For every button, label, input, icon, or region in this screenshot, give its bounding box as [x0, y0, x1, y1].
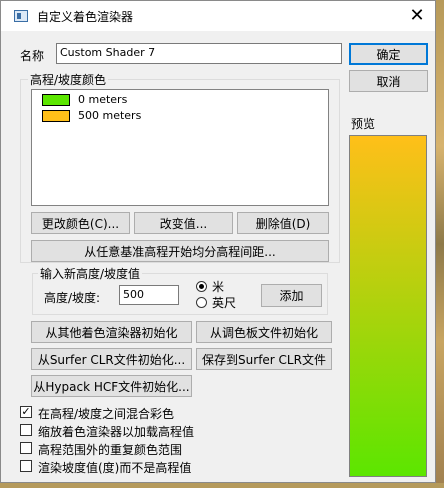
name-input[interactable]: Custom Shader 7 — [56, 43, 342, 64]
equal-spacing-button[interactable]: 从任意基准高程开始均分高程间距... — [31, 240, 329, 262]
unit-meter-label: 米 — [212, 280, 225, 294]
change-color-button[interactable]: 更改颜色(C)... — [31, 212, 130, 234]
unit-meter-radio[interactable] — [196, 281, 207, 292]
change-value-button[interactable]: 改变值... — [134, 212, 233, 234]
height-label: 高度/坡度: — [44, 291, 101, 305]
scale-shader-label: 缩放着色渲染器以加载高程值 — [38, 425, 195, 439]
window-title: 自定义着色渲染器 — [37, 10, 134, 24]
elevation-colors-group-title: 高程/坡度颜色 — [28, 71, 109, 88]
init-from-other-shader-button[interactable]: 从其他着色渲染器初始化 — [31, 321, 192, 343]
add-button[interactable]: 添加 — [261, 284, 322, 307]
new-value-group-title: 输入新高度/坡度值 — [38, 265, 143, 282]
render-slope-checkbox[interactable] — [20, 460, 32, 472]
background-map-strip-bottom — [0, 483, 444, 488]
ok-button[interactable]: 确定 — [349, 43, 428, 65]
delete-value-button[interactable]: 删除值(D) — [237, 212, 329, 234]
init-from-palette-button[interactable]: 从调色板文件初始化 — [196, 321, 332, 343]
color-swatch — [42, 110, 70, 122]
init-from-hypack-hcf-button[interactable]: 从Hypack HCF文件初始化... — [31, 375, 192, 397]
background-map-strip — [436, 0, 444, 488]
height-input[interactable]: 500 — [119, 285, 179, 305]
preview-label: 预览 — [351, 117, 376, 131]
preview-gradient — [349, 135, 427, 477]
list-item-label: 500 meters — [78, 109, 142, 122]
elevation-color-list[interactable]: 0 meters 500 meters — [31, 89, 329, 206]
init-from-surfer-clr-button[interactable]: 从Surfer CLR文件初始化... — [31, 348, 192, 370]
color-swatch — [42, 94, 70, 106]
name-label: 名称 — [20, 49, 45, 63]
render-slope-label: 渲染坡度值(度)而不是高程值 — [38, 461, 192, 475]
unit-feet-label: 英尺 — [212, 296, 237, 310]
shader-dialog: 自定义着色渲染器 ✕ 名称 Custom Shader 7 确定 取消 高程/坡… — [0, 0, 436, 483]
title-bar: 自定义着色渲染器 ✕ — [1, 1, 435, 31]
repeat-colors-checkbox[interactable] — [20, 442, 32, 454]
unit-feet-radio[interactable] — [196, 297, 207, 308]
save-surfer-clr-button[interactable]: 保存到Surfer CLR文件 — [196, 348, 332, 370]
blend-colors-label: 在高程/坡度之间混合彩色 — [38, 407, 175, 421]
repeat-colors-label: 高程范围外的重复颜色范围 — [38, 443, 183, 457]
list-item[interactable]: 500 meters — [42, 109, 322, 123]
blend-colors-checkbox[interactable]: ✓ — [20, 406, 32, 418]
window-app-icon — [14, 10, 28, 22]
cancel-button[interactable]: 取消 — [349, 70, 428, 92]
close-button[interactable]: ✕ — [399, 1, 435, 31]
list-item-label: 0 meters — [78, 93, 128, 106]
scale-shader-checkbox[interactable] — [20, 424, 32, 436]
list-item[interactable]: 0 meters — [42, 93, 322, 107]
